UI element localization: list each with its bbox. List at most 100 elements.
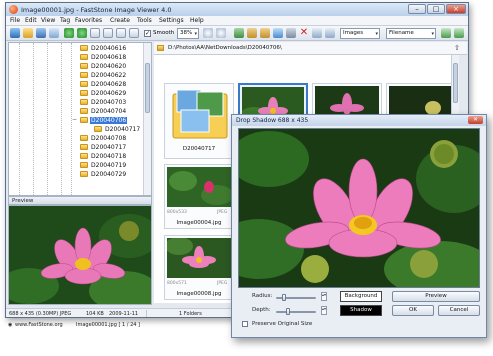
preview-label: Preview (12, 198, 34, 204)
preview-button[interactable]: Preview (392, 291, 480, 302)
menu-help[interactable]: Help (190, 17, 204, 24)
browse-icon[interactable] (10, 28, 20, 38)
tree-item[interactable]: D20040622 (9, 71, 149, 80)
status-website-globe-icon: ◉ (8, 322, 13, 328)
title-bar[interactable]: Image00001.jpg - FastStone Image Viewer … (6, 3, 468, 16)
menu-file[interactable]: File (10, 17, 20, 24)
save-icon[interactable] (36, 28, 46, 38)
dialog-title-bar[interactable]: Drop Shadow 688 x 435 ✕ (232, 115, 486, 126)
radius-slider-knob[interactable] (282, 294, 286, 301)
folder-tree: D20040616 D20040618 D20040620 D20040622 … (8, 42, 152, 196)
chevron-down-icon: ▾ (194, 31, 197, 37)
tree-item[interactable]: D20040703 (9, 98, 149, 107)
folder-icon (80, 63, 88, 69)
menu-edit[interactable]: Edit (25, 17, 37, 24)
properties-icon[interactable] (286, 28, 296, 38)
thumbnail-dimensions: 800x533 (167, 210, 187, 215)
tree-item[interactable]: D20040719 (9, 161, 149, 170)
tree-scrollbar[interactable] (143, 43, 151, 195)
menu-bar: File Edit View Tag Favorites Create Tool… (6, 16, 468, 26)
filter-select[interactable]: Images ▾ (340, 28, 380, 39)
preserve-size-label: Preserve Original Size (252, 321, 313, 327)
thumbnail[interactable]: 800x571 JPEG Image00008.jpg (164, 235, 234, 300)
zoom-out-icon[interactable] (129, 28, 139, 38)
tree-item[interactable]: D20040616 (9, 44, 149, 53)
smooth-checkbox[interactable]: ✓ (144, 30, 151, 37)
collapse-icon[interactable]: − (72, 116, 77, 123)
scrollbar-thumb[interactable] (145, 63, 150, 113)
tree-item[interactable]: D20040628 (9, 80, 149, 89)
move-to-icon[interactable] (260, 28, 270, 38)
depth-slider-knob[interactable] (286, 308, 290, 315)
background-color-button[interactable]: Background (340, 291, 382, 302)
tree-item[interactable]: D20040704 (9, 107, 149, 116)
tree-item-label: D20040620 (91, 63, 127, 70)
up-folder-icon[interactable]: ⇧ (454, 44, 460, 52)
zoom-select[interactable]: 38% ▾ (177, 28, 199, 39)
email-icon[interactable] (273, 28, 283, 38)
maximize-button[interactable]: □ (427, 4, 445, 14)
layout-icon[interactable] (454, 28, 464, 38)
tree-item[interactable]: D20040708 (9, 134, 149, 143)
menu-create[interactable]: Create (110, 17, 130, 24)
status-website[interactable]: www.FastStone.org (15, 322, 63, 328)
zoom-in-icon[interactable] (116, 28, 126, 38)
tree-item[interactable]: D20040717 (9, 125, 149, 134)
depth-spinner[interactable]: ▴▾ (321, 306, 327, 315)
menu-view[interactable]: View (41, 17, 55, 24)
folder-icon (80, 153, 88, 159)
path-text[interactable]: D:\Photos\AA\NetDownloads\D20040706\ (168, 45, 282, 51)
lotus-photo (239, 129, 479, 287)
copy-to-icon[interactable] (247, 28, 257, 38)
menu-tag[interactable]: Tag (60, 17, 70, 24)
sort-select[interactable]: Filename ▾ (386, 28, 436, 39)
tree-item[interactable]: D20040629 (9, 89, 149, 98)
list-view-icon[interactable] (325, 28, 335, 38)
radius-spinner[interactable]: ▴▾ (321, 292, 327, 301)
rotate-icon[interactable] (216, 28, 226, 38)
tree-item-label: D20040718 (91, 153, 127, 160)
scrollbar-thumb[interactable] (453, 63, 458, 103)
menu-settings[interactable]: Settings (159, 17, 184, 24)
cancel-button[interactable]: Cancel (438, 305, 480, 316)
minimize-button[interactable]: – (408, 4, 426, 14)
delete-icon[interactable]: ✕ (299, 28, 309, 38)
thumbnail-folder[interactable]: D20040717 (164, 83, 234, 159)
slideshow-icon[interactable] (234, 28, 244, 38)
thumbnail[interactable]: 800x533 JPEG Image00004.jpg (164, 164, 234, 229)
tree-item[interactable]: D20040620 (9, 62, 149, 71)
actual-size-icon[interactable] (103, 28, 113, 38)
tree-item[interactable]: D20040717 (9, 143, 149, 152)
tree-item[interactable]: D20040618 (9, 53, 149, 62)
status-image-info: 688 x 435 (0.30MP) JPEG (9, 311, 72, 317)
open-folder-icon[interactable] (23, 28, 33, 38)
close-button[interactable]: × (446, 4, 466, 14)
status-file-size: 104 KB (86, 311, 104, 317)
hand-tool-icon[interactable] (203, 28, 213, 38)
thumbnails-icon[interactable] (312, 28, 322, 38)
depth-slider[interactable] (276, 311, 316, 313)
dialog-close-icon[interactable]: ✕ (468, 116, 483, 124)
tree-item-label: D20040717 (91, 144, 127, 151)
tree-item[interactable]: D20040729 (9, 170, 149, 179)
status-folders: 1 Folders (179, 311, 202, 317)
drop-shadow-dialog: Drop Shadow 688 x 435 ✕ Radius: ▴▾ Depth… (231, 114, 487, 338)
print-icon[interactable] (49, 28, 59, 38)
shadow-color-button[interactable]: Shadow (340, 305, 382, 316)
forward-icon[interactable] (77, 28, 87, 38)
tree-item-label: D20040708 (91, 135, 127, 142)
tree-item-selected[interactable]: − D20040706 (9, 116, 149, 125)
back-icon[interactable] (64, 28, 74, 38)
zoom-fit-icon[interactable] (90, 28, 100, 38)
thumbnail-image (167, 238, 231, 278)
folder-icon (94, 126, 102, 132)
preserve-size-checkbox[interactable] (242, 321, 248, 327)
ok-button[interactable]: OK (392, 305, 434, 316)
menu-favorites[interactable]: Favorites (75, 17, 102, 24)
thumbnail-caption: D20040717 (182, 146, 216, 152)
fullscreen-icon[interactable] (441, 28, 451, 38)
thumbnail-format: JPEG (217, 210, 228, 215)
menu-tools[interactable]: Tools (137, 17, 152, 24)
tree-item[interactable]: D20040718 (9, 152, 149, 161)
zoom-value: 38% (180, 30, 193, 36)
